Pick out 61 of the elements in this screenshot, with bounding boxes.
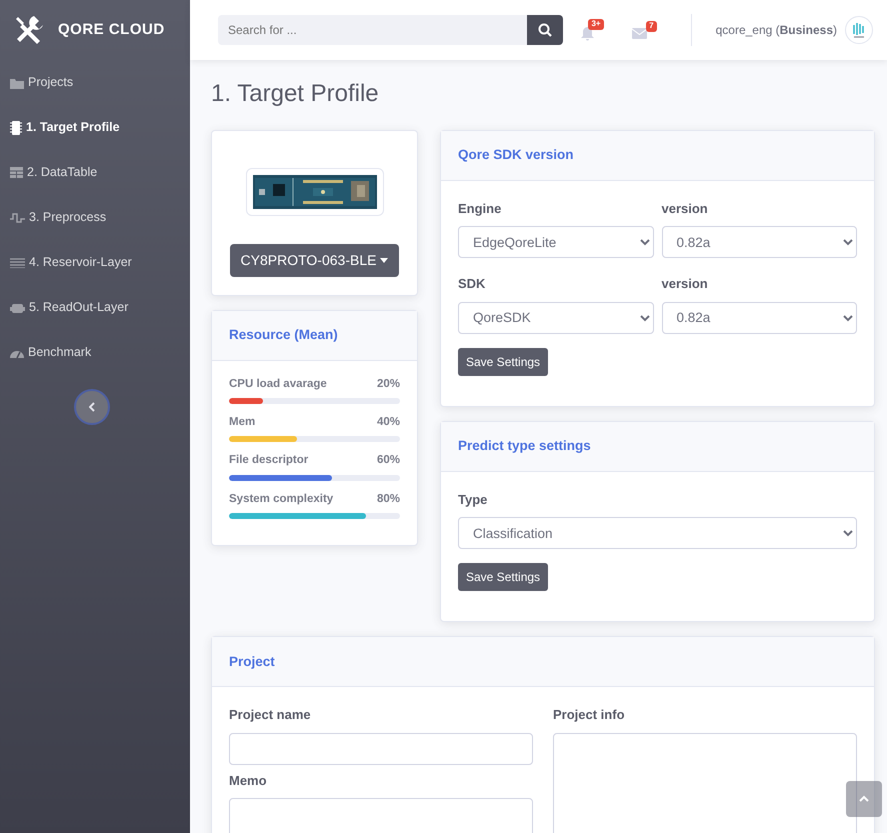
scroll-to-top-button[interactable] bbox=[846, 781, 882, 817]
field-label: Type bbox=[458, 490, 488, 509]
select-field[interactable]: 0.82a bbox=[662, 226, 857, 258]
save-settings-button[interactable]: Save Settings bbox=[458, 563, 548, 592]
meter-label: Mem bbox=[229, 415, 256, 430]
chevron-up-icon bbox=[859, 795, 869, 803]
pulse-icon bbox=[10, 212, 25, 224]
field-label: Project name bbox=[229, 706, 311, 724]
meter-label: File descriptor bbox=[229, 453, 308, 468]
sidebar-item[interactable]: 4. Reservoir-Layer bbox=[0, 240, 132, 285]
search-button[interactable] bbox=[527, 15, 563, 45]
select-field[interactable]: 0.82a bbox=[662, 302, 857, 334]
sidebar-item[interactable]: 3. Preprocess bbox=[0, 195, 106, 240]
meter-label: System complexity bbox=[229, 492, 334, 507]
select-field[interactable]: QoreSDK bbox=[458, 302, 654, 334]
messages-button[interactable]: 7 bbox=[632, 21, 657, 39]
search-field[interactable]: Search for ... bbox=[218, 15, 527, 45]
meter-reading: 80% bbox=[376, 492, 400, 507]
field-label: version bbox=[662, 200, 708, 218]
alert-count-badge: 3+ bbox=[588, 19, 604, 30]
field-label: Memo bbox=[229, 772, 267, 790]
bell-icon bbox=[580, 26, 594, 41]
sidebar-item[interactable]: 5. ReadOut-Layer bbox=[0, 285, 128, 330]
input-field[interactable] bbox=[229, 732, 533, 765]
card-title: Predict type settings bbox=[458, 437, 591, 456]
text-area[interactable] bbox=[553, 732, 857, 833]
field-label: SDK bbox=[458, 275, 486, 294]
sidebar-item[interactable]: Projects bbox=[0, 60, 74, 105]
meter-reading: 40% bbox=[376, 415, 400, 430]
select-field[interactable]: Classification bbox=[458, 517, 857, 550]
caret-down-icon bbox=[380, 258, 388, 263]
avatar-icon[interactable] bbox=[845, 16, 873, 44]
sidebar-item[interactable]: 1. Target Profile bbox=[0, 105, 120, 150]
envelope-icon bbox=[632, 28, 647, 39]
field-label: Project info bbox=[553, 706, 625, 724]
card-title: Project bbox=[229, 652, 275, 671]
card-title: Resource (Mean) bbox=[229, 326, 338, 344]
card-title: Qore SDK version bbox=[458, 146, 574, 164]
meter-reading: 60% bbox=[376, 453, 400, 468]
search-icon bbox=[538, 23, 552, 37]
table-icon bbox=[10, 167, 23, 178]
folder-icon bbox=[10, 76, 24, 88]
user-name[interactable]: qcore_eng (Business) bbox=[716, 21, 837, 39]
select-field[interactable]: EdgeQoreLite bbox=[458, 226, 654, 258]
sidebar-item[interactable]: 2. DataTable bbox=[0, 150, 98, 195]
device-dropdown-button[interactable]: CY8PROTO-063-BLE bbox=[230, 244, 400, 277]
message-count-badge: 7 bbox=[646, 21, 657, 32]
field-label: Engine bbox=[458, 200, 502, 218]
page-title: 1. Target Profile bbox=[211, 80, 380, 109]
brand-name: QORE CLOUD bbox=[58, 20, 165, 40]
field-label: version bbox=[662, 275, 708, 294]
alerts-button[interactable]: 3+ bbox=[580, 19, 604, 41]
sidebar-item[interactable]: Benchmark bbox=[0, 330, 92, 375]
meter-label: CPU load avarage bbox=[229, 376, 327, 392]
save-settings-button[interactable]: Save Settings bbox=[458, 348, 548, 376]
robot-icon bbox=[10, 302, 25, 314]
layers-icon bbox=[10, 258, 25, 268]
meter-reading: 20% bbox=[376, 376, 400, 392]
chevron-left-icon bbox=[89, 402, 95, 412]
chip-icon bbox=[10, 120, 22, 134]
sidebar-toggle-button[interactable] bbox=[74, 389, 110, 425]
